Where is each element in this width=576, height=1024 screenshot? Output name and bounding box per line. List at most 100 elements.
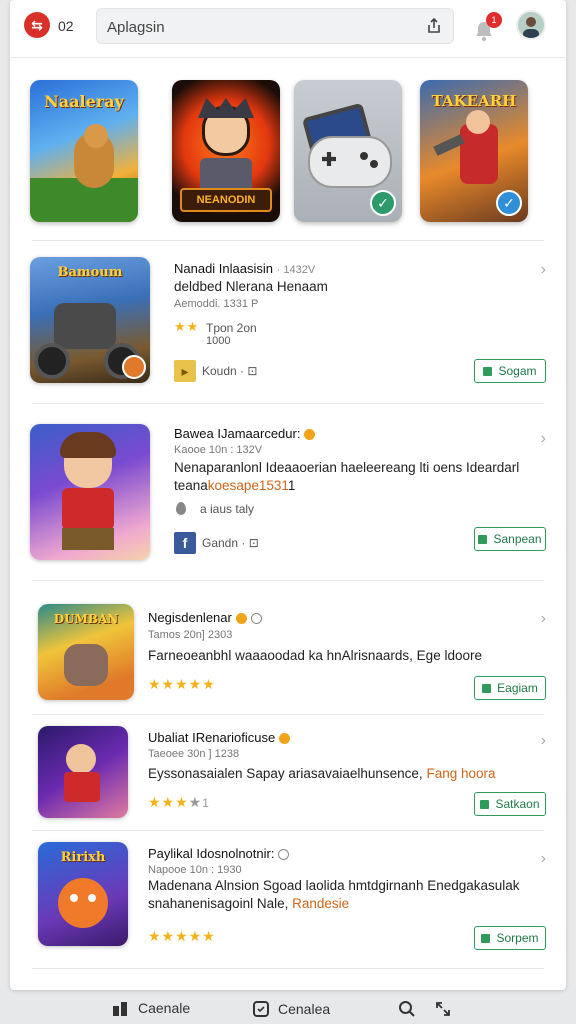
bottom-nav: Caenale Cenalea [0,992,576,1024]
divider [32,830,544,831]
developer-label: Koudn · ⊡ [202,364,258,378]
top-bar: ⇆ 02 Aplagsin 1 [10,0,566,58]
rating-stars: ★★ [174,319,200,334]
rating-stars: ★★★★★ [148,928,216,944]
chevron-right-icon[interactable]: › [541,261,546,279]
list-item[interactable]: Ririxh Paylikal Idosnolnotnir: › Napooe … [30,838,546,958]
divider [32,968,544,969]
brand-count: 02 [58,18,74,34]
get-button[interactable]: Sanpean [474,527,546,551]
app-description-line2: teana [174,478,208,493]
app-thumbnail [38,726,128,818]
rating-number: 1 [202,796,210,810]
app-code: Aemoddi. 1331 P [174,298,259,310]
featured-card-3[interactable]: ✓ [294,80,402,222]
get-button[interactable]: Satkaon [474,792,546,816]
get-button[interactable]: Sogam [474,359,546,383]
expand-icon [436,1002,450,1016]
get-button-label: Sogam [498,364,537,378]
app-thumbnail: Ririxh [38,842,128,946]
rating-stars-grey: ★ [188,794,203,810]
list-item[interactable]: Ubaliat IRenarioficuse › Taeoee 30n ] 12… [30,722,546,826]
get-button[interactable]: Sorpem [474,926,546,950]
thumbnail-title: Ririxh [60,850,106,865]
chevron-right-icon[interactable]: › [541,850,546,868]
verified-badge-icon [279,733,291,745]
featured-row: Naaleray NEANODIN ✓ TAKEARH ✓ [30,80,546,224]
app-sub: Taeoee 30n ] 1238 [148,748,240,760]
app-description-line2: snahanenisagoinl Nale, [148,896,289,911]
button-icon [483,366,493,376]
verified-badge-icon [304,429,316,441]
nav-item-1[interactable]: Caenale [112,1000,190,1016]
get-button-label: Sanpean [493,532,542,546]
installed-check-icon: ✓ [370,190,396,216]
button-icon [481,933,491,943]
list-item[interactable]: Bamoum Nanadi Inlaasisin · 1432V › deldb… [30,255,546,385]
search-bar[interactable]: Aplagsin [96,8,454,44]
list-item[interactable]: Bawea IJamaarcedur: › Kaooe 10n : 132V N… [30,420,546,565]
app-name: Negisdenlenar [148,610,232,625]
drop-icon [176,502,186,515]
app-sub: Tamos 20n] 2303 [148,629,233,641]
nav-item-label: Caenale [138,1000,191,1016]
search-input[interactable]: Aplagsin [107,19,165,36]
button-icon [478,534,488,544]
chevron-right-icon[interactable]: › [541,610,546,628]
divider [32,714,544,715]
get-button[interactable]: Eagiam [474,676,546,700]
app-description-accent: Randesie [292,896,350,911]
app-description: Madenana Alnsion Sgoad laolida hmtdgirna… [148,878,520,893]
share-icon[interactable] [425,17,443,35]
installed-check-icon: ✓ [496,190,522,216]
developer-icon: ▸ [174,360,196,382]
featured-card-2[interactable]: NEANODIN [172,80,280,222]
button-icon [480,799,490,809]
notification-badge: 1 [486,12,502,28]
get-button-label: Sorpem [496,931,539,945]
avatar[interactable] [516,10,546,40]
brand-logo-icon[interactable]: ⇆ [24,12,50,38]
divider [32,580,544,581]
rating-stars: ★★★ [148,794,189,810]
chevron-right-icon[interactable]: › [541,430,546,448]
info-icon [278,849,290,861]
app-description-tail: 1 [287,478,296,493]
user-avatar-icon [518,12,544,38]
app-description: Farneoeanbhl waaaoodad ka hnAlrisnaards,… [148,648,482,663]
get-button-label: Satkaon [495,797,540,811]
featured-card-1[interactable]: Naaleray [30,80,138,222]
app-store-panel: ⇆ 02 Aplagsin 1 Naaleray NEANODIN ✓ TAKE… [10,0,566,990]
shield-icon [253,1001,269,1017]
featured-title: Naaleray [44,92,124,111]
info-icon [250,613,262,625]
app-thumbnail: Bamoum [30,257,150,383]
nav-item-label: Cenalea [278,1001,331,1017]
app-name: Paylikal Idosnolnotnir: [148,846,275,861]
notification-button[interactable]: 1 [472,12,502,42]
app-thumbnail [30,424,150,560]
app-description: Eyssonasaialen Sapay ariasavaiaelhunsenc… [148,766,423,781]
app-description: deldbed Nlerana Henaam [174,279,328,294]
rating-count: 1000 [206,335,231,347]
divider [32,240,544,241]
app-sub: Kaooe 10n : 132V [174,444,263,456]
button-icon [482,683,492,693]
developer-label: Gandn · ⊡ [202,536,259,550]
facebook-icon: f [174,532,196,554]
thumbnail-title: Bamoum [57,265,123,280]
app-description-accent: Fang hoora [426,766,496,781]
list-item[interactable]: DUMBAN Negisdenlenar › Tamos 20n] 2303 F… [30,600,546,708]
nav-item-2[interactable]: Cenalea [252,1000,330,1018]
nav-search[interactable] [398,1000,416,1018]
chevron-right-icon[interactable]: › [541,732,546,750]
search-icon [399,1001,415,1017]
featured-card-4[interactable]: TAKEARH ✓ [420,80,528,222]
app-name: Ubaliat IRenarioficuse [148,730,276,745]
app-description-accent: koesape1531 [207,478,288,493]
bar-chart-icon [113,1002,127,1016]
meta-label: a iaus taly [200,502,255,516]
divider [32,403,544,404]
nav-expand[interactable] [434,1000,452,1018]
featured-title: TAKEARH [431,92,517,110]
